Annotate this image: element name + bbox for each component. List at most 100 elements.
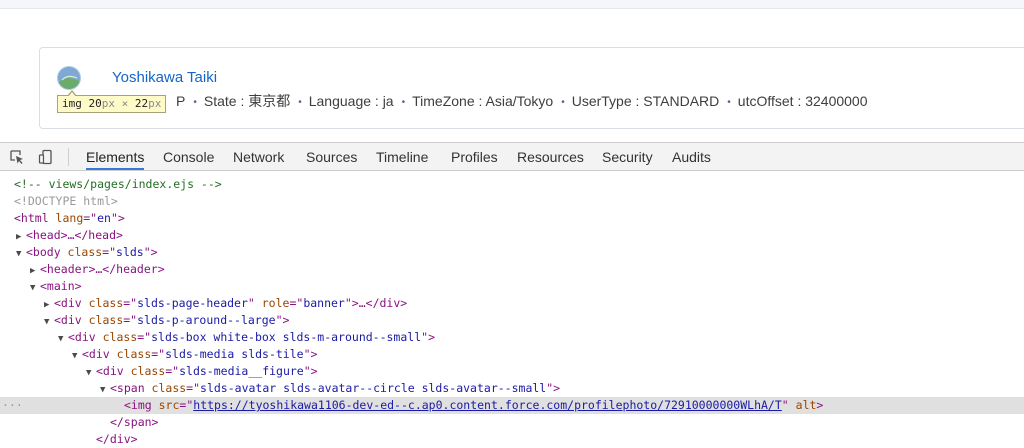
attr-eq: =" (123, 313, 138, 327)
attr-eq: =" (137, 330, 152, 344)
tag-name: <div (54, 296, 89, 310)
tag-name: <main> (40, 279, 82, 293)
tooltip-unit: px (148, 97, 162, 110)
attr-name: class (88, 313, 124, 327)
attr-value: banner (303, 296, 345, 310)
meta-separator: • (401, 97, 406, 108)
dom-line-span-close[interactable]: </span> (110, 414, 158, 431)
collapse-triangle-icon[interactable]: ▼ (86, 365, 96, 382)
tag-name: <html (14, 211, 56, 225)
tag-close: >…</div> (351, 296, 408, 310)
tab-resources[interactable]: Resources (517, 143, 584, 170)
tag-name: <header>…</header> (40, 262, 165, 276)
dom-line-p-around[interactable]: ▼ <div class="slds-p-around--large"> (44, 312, 289, 329)
tag-name: <head>…</head> (26, 228, 123, 242)
img-src-link[interactable]: https://tyoshikawa1106-dev-ed--c.ap0.con… (193, 398, 782, 412)
doctype-text: <!DOCTYPE html> (14, 194, 118, 208)
attr-name: role (261, 296, 290, 310)
tag-name: <div (82, 347, 117, 361)
dom-line-header[interactable]: ▶ <header>…</header> (30, 261, 165, 278)
attr-eq: =" (289, 296, 304, 310)
more-options-dots[interactable]: ... (2, 394, 23, 411)
attr-eq: =" (179, 398, 194, 412)
dom-line-doctype[interactable]: <!DOCTYPE html> (14, 193, 118, 210)
dom-line-body[interactable]: ▼ <body class="slds"> (16, 244, 158, 261)
meta-utcoffset: utcOffset : 32400000 (737, 93, 868, 109)
collapse-triangle-icon[interactable]: ▼ (16, 246, 26, 263)
dom-line-div-close[interactable]: </div> (96, 431, 138, 448)
attr-name: class (151, 381, 187, 395)
attr-value: en (97, 211, 111, 225)
tag-close: "> (303, 347, 318, 361)
tag-name: <div (68, 330, 103, 344)
attr-value: slds-avatar slds-avatar--circle slds-ava… (200, 381, 547, 395)
collapse-triangle-icon[interactable]: ▼ (72, 348, 82, 365)
tag-name: <body (26, 245, 68, 259)
tag-name: <img (124, 398, 159, 412)
collapse-triangle-icon[interactable]: ▼ (58, 331, 68, 348)
attr-name: class (116, 347, 152, 361)
dom-tree: <!-- views/pages/index.ejs --> <!DOCTYPE… (0, 173, 1024, 447)
inspect-element-icon[interactable] (9, 149, 25, 165)
tag-close: "> (275, 313, 290, 327)
attr-name: lang (55, 211, 84, 225)
tag-close: </div> (96, 432, 138, 446)
meta-state: State : 東京都 (203, 93, 291, 109)
tooltip-height: 22 (134, 97, 149, 110)
tag-close: "> (421, 330, 435, 344)
dom-line-page-header[interactable]: ▶ <div class="slds-page-header" role="ban… (44, 295, 407, 312)
user-name-link[interactable]: Yoshikawa Taiki (112, 68, 217, 88)
dom-line-img-selected[interactable]: ... <img src="https://tyoshikawa1106-dev… (0, 394, 1024, 414)
tab-timeline[interactable]: Timeline (376, 143, 428, 170)
tab-network[interactable]: Network (233, 143, 284, 170)
dom-line-main[interactable]: ▼ <main> (30, 278, 82, 295)
tab-elements[interactable]: Elements (86, 143, 145, 170)
attr-value: slds-media__figure (179, 364, 304, 378)
attr-name: class (130, 364, 166, 378)
dom-line-media[interactable]: ▼ <div class="slds-media slds-tile"> (72, 346, 317, 363)
meta-language: Language : ja (308, 93, 394, 109)
attr-eq: =" (83, 211, 98, 225)
tab-audits[interactable]: Audits (672, 143, 711, 170)
meta-prefix: P (176, 93, 186, 109)
attr-quote: " (781, 398, 796, 412)
meta-separator: • (561, 97, 565, 108)
tooltip-unit: px (101, 97, 115, 110)
attr-name: alt (795, 398, 817, 412)
comment-text: <!-- views/pages/index.ejs --> (14, 177, 222, 191)
meta-separator: • (727, 97, 731, 108)
dom-line-comment[interactable]: <!-- views/pages/index.ejs --> (14, 176, 222, 193)
meta-timezone: TimeZone : Asia/Tokyo (412, 93, 554, 109)
dom-line-html[interactable]: <html lang="en"> (14, 210, 125, 227)
meta-separator: • (298, 97, 302, 108)
dom-line-figure[interactable]: ▼ <div class="slds-media__figure"> (86, 363, 318, 380)
tab-security[interactable]: Security (602, 143, 653, 170)
tab-sources[interactable]: Sources (306, 143, 357, 170)
attr-value: slds-page-header (137, 296, 248, 310)
attr-quote: " (247, 296, 262, 310)
dom-line-box[interactable]: ▼ <div class="slds-box white-box slds-m-a… (58, 329, 435, 346)
collapse-triangle-icon[interactable]: ▼ (30, 280, 40, 297)
device-mode-icon[interactable] (38, 149, 54, 165)
tag-close: "> (143, 245, 158, 259)
attr-name: class (102, 330, 138, 344)
dom-line-head[interactable]: ▶ <head>…</head> (16, 227, 123, 244)
tab-profiles[interactable]: Profiles (451, 143, 498, 170)
tag-name: <span (110, 381, 152, 395)
avatar-image-icon (58, 67, 80, 89)
devtools-panel: Elements Console Network Sources Timelin… (0, 142, 1024, 447)
attr-value: slds-p-around--large (137, 313, 276, 327)
dom-line-span-avatar[interactable]: ▼ <span class="slds-avatar slds-avatar--c… (100, 380, 560, 397)
attr-eq: =" (123, 296, 138, 310)
tag-close: "> (546, 381, 561, 395)
user-avatar[interactable] (57, 66, 81, 90)
tooltip-times: × (121, 97, 129, 110)
collapse-triangle-icon[interactable]: ▼ (44, 314, 54, 331)
tag-close: "> (303, 364, 318, 378)
tag-name: <div (54, 313, 89, 327)
tooltip-width: 20 (88, 97, 102, 110)
element-size-tooltip: img 20px × 22px (57, 90, 167, 113)
tab-console[interactable]: Console (163, 143, 214, 170)
user-meta-line: P • State : 東京都 • Language : ja • TimeZone : A… (176, 92, 868, 112)
tooltip-tag: img (62, 97, 82, 110)
